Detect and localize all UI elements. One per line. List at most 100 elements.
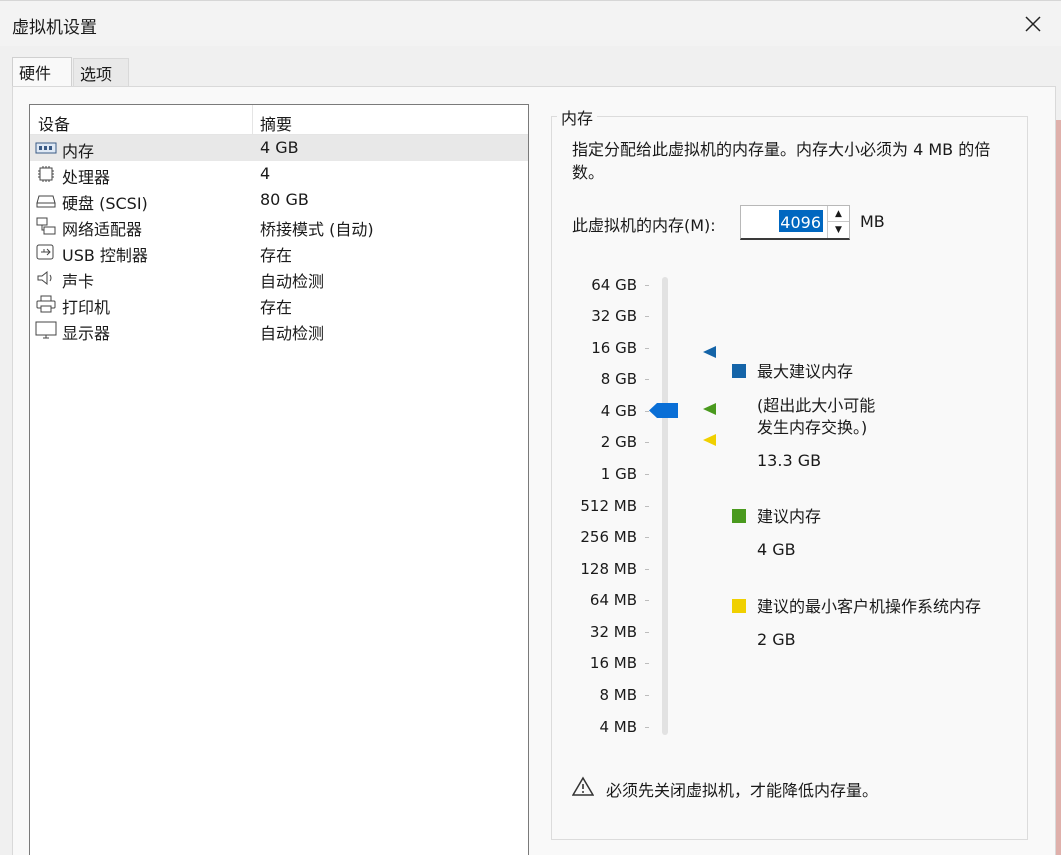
hard-disk-icon bbox=[36, 195, 56, 208]
tab-bar: 硬件 选项 bbox=[0, 57, 1061, 87]
max-recommended-note: 发生内存交换。) bbox=[757, 418, 868, 437]
close-button[interactable] bbox=[1010, 5, 1056, 43]
close-icon bbox=[1025, 16, 1041, 32]
memory-unit: MB bbox=[860, 212, 885, 231]
column-header-summary[interactable]: 摘要 bbox=[260, 111, 292, 135]
spin-up-button[interactable]: ▲ bbox=[827, 206, 849, 222]
scale-tick bbox=[645, 474, 649, 475]
min-recommended-marker bbox=[703, 434, 716, 446]
max-recommended-value: 13.3 GB bbox=[757, 451, 822, 470]
scale-label: 512 MB bbox=[580, 497, 637, 515]
min-recommended-title: 建议的最小客户机操作系统内存 bbox=[757, 597, 982, 616]
display-icon bbox=[35, 321, 57, 339]
tab-options[interactable]: 选项 bbox=[73, 58, 129, 86]
device-summary: 4 bbox=[260, 164, 271, 183]
scale-label: 64 GB bbox=[591, 276, 637, 294]
min-recommended-value: 2 GB bbox=[757, 630, 796, 649]
memory-input-label: 此虚拟机的内存(M): bbox=[572, 216, 716, 235]
scale-label: 16 MB bbox=[589, 654, 637, 672]
warning-icon bbox=[572, 776, 594, 796]
title-bar: 虚拟机设置 bbox=[0, 0, 1061, 46]
warning-text: 必须先关闭虚拟机，才能降低内存量。 bbox=[606, 781, 879, 800]
scale-label: 8 GB bbox=[600, 370, 637, 388]
scale-tick bbox=[645, 600, 649, 601]
device-name: 内存 bbox=[62, 142, 95, 161]
device-row-display[interactable]: 显示器 自动检测 bbox=[30, 317, 528, 343]
max-recommended-swatch bbox=[732, 364, 746, 378]
min-recommended-swatch bbox=[732, 599, 746, 613]
device-summary: 存在 bbox=[260, 298, 293, 317]
device-summary: 自动检测 bbox=[260, 272, 325, 291]
device-list[interactable]: 设备 摘要 内存 4 GB 处理器 4 硬盘 (SCSI) 80 GB 网络适配… bbox=[29, 104, 529, 855]
memory-description: 指定分配给此虚拟机的内存量。内存大小必须为 4 MB 的倍数。 bbox=[572, 140, 991, 182]
scale-tick bbox=[645, 442, 649, 443]
scale-tick bbox=[645, 316, 649, 317]
device-name: 声卡 bbox=[62, 272, 95, 291]
recommended-title: 建议内存 bbox=[757, 507, 822, 526]
scale-tick bbox=[645, 537, 649, 538]
chevron-up-icon: ▲ bbox=[835, 208, 842, 219]
device-row-network-adapter[interactable]: 网络适配器 桥接模式 (自动) bbox=[30, 213, 528, 239]
printer-icon bbox=[36, 295, 56, 313]
tab-hardware[interactable]: 硬件 bbox=[12, 57, 72, 87]
device-row-memory[interactable]: 内存 4 GB bbox=[30, 135, 528, 161]
device-row-processor[interactable]: 处理器 4 bbox=[30, 161, 528, 187]
scale-tick bbox=[645, 379, 649, 380]
device-name: 显示器 bbox=[62, 324, 111, 343]
device-summary: 4 GB bbox=[260, 138, 299, 157]
scale-label: 4 GB bbox=[600, 402, 637, 420]
device-summary: 桥接模式 (自动) bbox=[260, 220, 374, 239]
device-name: 网络适配器 bbox=[62, 220, 143, 239]
network-adapter-icon bbox=[36, 217, 56, 235]
window-title: 虚拟机设置 bbox=[12, 18, 97, 38]
max-recommended-marker bbox=[703, 346, 716, 358]
device-summary: 80 GB bbox=[260, 190, 309, 209]
memory-group-title: 内存 bbox=[557, 105, 598, 129]
device-summary: 存在 bbox=[260, 246, 293, 265]
recommended-marker bbox=[703, 403, 716, 415]
scale-label: 64 MB bbox=[589, 591, 637, 609]
scale-label: 32 GB bbox=[591, 307, 637, 325]
column-divider[interactable] bbox=[252, 105, 253, 135]
scale-label: 32 MB bbox=[589, 623, 637, 641]
device-row-hard-disk[interactable]: 硬盘 (SCSI) 80 GB bbox=[30, 187, 528, 213]
scale-tick bbox=[645, 727, 649, 728]
device-row-usb-controller[interactable]: USB 控制器 存在 bbox=[30, 239, 528, 265]
device-summary: 自动检测 bbox=[260, 324, 325, 343]
scale-label: 1 GB bbox=[600, 465, 637, 483]
scale-tick bbox=[645, 632, 649, 633]
device-row-printer[interactable]: 打印机 存在 bbox=[30, 291, 528, 317]
memory-icon bbox=[35, 142, 57, 154]
max-recommended-note: (超出此大小可能 bbox=[757, 396, 876, 415]
device-name: 处理器 bbox=[62, 168, 111, 187]
sound-card-icon bbox=[37, 270, 52, 286]
max-recommended-title: 最大建议内存 bbox=[757, 362, 854, 381]
memory-slider-thumb[interactable] bbox=[649, 402, 679, 419]
recommended-value: 4 GB bbox=[757, 540, 796, 559]
scale-tick bbox=[645, 569, 649, 570]
usb-icon bbox=[36, 244, 54, 260]
device-name: 硬盘 (SCSI) bbox=[62, 194, 148, 213]
scale-label: 4 MB bbox=[599, 718, 637, 736]
scale-tick bbox=[645, 348, 649, 349]
scale-tick bbox=[645, 663, 649, 664]
memory-slider-track[interactable] bbox=[662, 277, 668, 735]
scale-label: 128 MB bbox=[580, 560, 637, 578]
device-name: 打印机 bbox=[62, 298, 111, 317]
column-header-device[interactable]: 设备 bbox=[38, 111, 70, 135]
scale-tick bbox=[645, 695, 649, 696]
recommended-swatch bbox=[732, 509, 746, 523]
scale-tick bbox=[645, 285, 649, 286]
chevron-down-icon: ▼ bbox=[835, 225, 842, 235]
list-header: 设备 摘要 bbox=[30, 105, 528, 135]
scale-label: 16 GB bbox=[591, 339, 637, 357]
spin-down-button[interactable]: ▼ bbox=[827, 222, 849, 238]
scale-label: 2 GB bbox=[600, 433, 637, 451]
processor-icon bbox=[38, 166, 54, 182]
scale-tick bbox=[645, 506, 649, 507]
scale-label: 256 MB bbox=[580, 528, 637, 546]
device-name: USB 控制器 bbox=[62, 246, 148, 265]
scale-label: 8 MB bbox=[599, 686, 637, 704]
device-row-sound-card[interactable]: 声卡 自动检测 bbox=[30, 265, 528, 291]
memory-input[interactable] bbox=[747, 211, 823, 233]
